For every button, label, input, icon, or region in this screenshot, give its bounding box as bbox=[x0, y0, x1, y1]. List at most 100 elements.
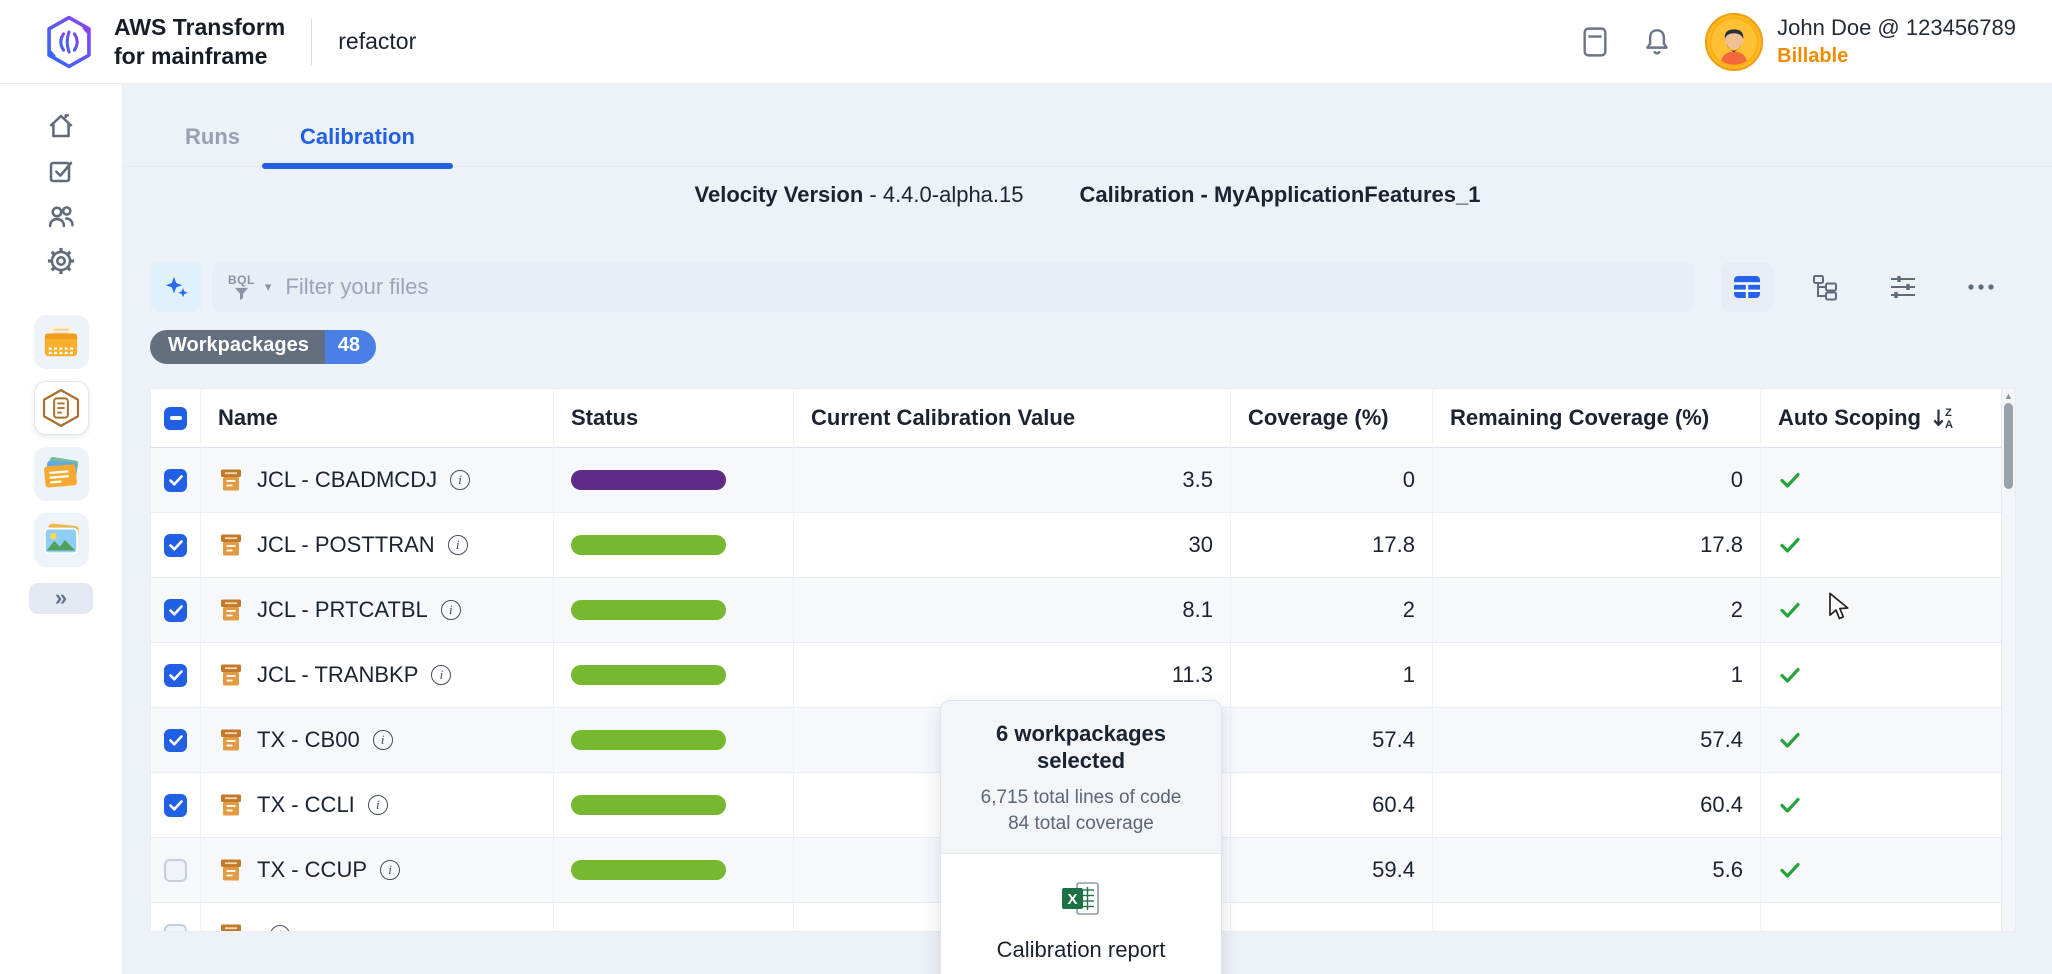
auto-scoping-cell bbox=[1761, 578, 2003, 643]
tree-view-button[interactable] bbox=[1799, 262, 1851, 312]
calibration-report-action[interactable]: X Calibration report bbox=[941, 854, 1221, 974]
info-icon[interactable]: i bbox=[380, 860, 400, 880]
row-checkbox[interactable] bbox=[164, 534, 187, 557]
workpackage-file-icon bbox=[218, 532, 244, 558]
app-page: AWS Transform for mainframe refactor bbox=[0, 0, 2052, 974]
filter-box[interactable]: BQL ▾ bbox=[212, 262, 1695, 312]
column-header-coverage[interactable]: Coverage (%) bbox=[1231, 389, 1433, 448]
tab-calibration[interactable]: Calibration bbox=[262, 124, 453, 166]
workpackage-name: JCL - PRTCATBL bbox=[257, 597, 428, 623]
row-checkbox[interactable] bbox=[164, 729, 187, 752]
select-all-checkbox[interactable] bbox=[164, 407, 187, 430]
workpackages-badge: Workpackages 48 bbox=[150, 330, 376, 364]
info-icon[interactable]: i bbox=[448, 535, 468, 555]
filter-mode[interactable]: BQL bbox=[228, 274, 255, 301]
billable-badge: Billable bbox=[1777, 43, 2016, 69]
column-header-auto-scoping[interactable]: Auto Scoping Z A bbox=[1761, 389, 2003, 448]
sidebar-item-settings[interactable] bbox=[39, 239, 83, 282]
workpackage-name: TX - CCUP bbox=[257, 857, 367, 883]
row-checkbox[interactable] bbox=[164, 924, 187, 933]
hexagon-workpackage-app-icon bbox=[39, 386, 83, 430]
row-checkbox[interactable] bbox=[164, 859, 187, 882]
auto-scoping-check-icon bbox=[1778, 728, 1802, 752]
tab-runs[interactable]: Runs bbox=[163, 124, 262, 166]
sidebar-item-home[interactable] bbox=[39, 104, 83, 147]
name-cell: JCL - TRANBKP i bbox=[201, 643, 554, 708]
remaining-coverage-cell: 5.6 bbox=[1433, 838, 1761, 903]
status-cell bbox=[554, 773, 794, 838]
column-header-name[interactable]: Name bbox=[201, 389, 554, 448]
row-checkbox[interactable] bbox=[164, 599, 187, 622]
status-cell bbox=[554, 838, 794, 903]
name-cell: JCL - POSTTRAN i bbox=[201, 513, 554, 578]
workpackage-file-icon bbox=[218, 857, 244, 883]
info-icon[interactable]: i bbox=[270, 925, 290, 932]
home-icon bbox=[45, 110, 77, 142]
row-select-cell bbox=[151, 513, 201, 578]
notifications-button[interactable] bbox=[1635, 20, 1679, 64]
status-cell bbox=[554, 448, 794, 513]
auto-scoping-cell bbox=[1761, 708, 2003, 773]
sidebar-item-users[interactable] bbox=[39, 194, 83, 237]
row-checkbox[interactable] bbox=[164, 664, 187, 687]
view-toolbar bbox=[1721, 262, 2007, 312]
status-cell bbox=[554, 643, 794, 708]
current-calibration-value-cell: 30 bbox=[794, 513, 1231, 578]
scrollbar-up-arrow[interactable]: ▲ bbox=[2002, 391, 2015, 401]
row-select-cell bbox=[151, 643, 201, 708]
status-cell bbox=[554, 903, 794, 932]
info-icon[interactable]: i bbox=[431, 665, 451, 685]
table-view-button[interactable] bbox=[1721, 262, 1773, 312]
chevron-down-icon[interactable]: ▾ bbox=[265, 279, 272, 295]
user-block[interactable]: John Doe @ 123456789 Billable bbox=[1777, 14, 2016, 69]
remaining-coverage-cell: 57.4 bbox=[1433, 708, 1761, 773]
table-row[interactable]: JCL - POSTTRAN i 30 17.8 17.8 bbox=[151, 513, 2015, 578]
sidebar-app-cards[interactable] bbox=[34, 447, 89, 501]
column-header-current-calibration-value[interactable]: Current Calibration Value bbox=[794, 389, 1231, 448]
status-bar bbox=[571, 860, 726, 880]
preferences-sliders-icon bbox=[1888, 274, 1918, 300]
remaining-coverage-cell: 17.8 bbox=[1433, 513, 1761, 578]
filter-input[interactable] bbox=[285, 274, 1679, 300]
documentation-button[interactable] bbox=[1573, 20, 1617, 64]
coverage-cell: 57.4 bbox=[1231, 708, 1433, 773]
svg-text:Z: Z bbox=[1945, 407, 1952, 419]
info-icon[interactable]: i bbox=[373, 730, 393, 750]
sidebar-app-files[interactable] bbox=[34, 315, 89, 369]
coverage-cell: 17.8 bbox=[1231, 513, 1433, 578]
info-icon[interactable]: i bbox=[441, 600, 461, 620]
preferences-button[interactable] bbox=[1877, 262, 1929, 312]
row-checkbox[interactable] bbox=[164, 469, 187, 492]
info-icon[interactable]: i bbox=[368, 795, 388, 815]
sidebar-item-tasks[interactable] bbox=[39, 149, 83, 192]
info-icon[interactable]: i bbox=[450, 470, 470, 490]
selection-lines-of-code: 6,715 total lines of code bbox=[955, 784, 1207, 812]
tasks-icon bbox=[45, 155, 77, 187]
workpackage-file-icon bbox=[218, 727, 244, 753]
sidebar-app-gallery[interactable] bbox=[34, 513, 89, 567]
row-checkbox[interactable] bbox=[164, 794, 187, 817]
badge-label: Workpackages bbox=[150, 330, 325, 364]
column-header-remaining-coverage[interactable]: Remaining Coverage (%) bbox=[1433, 389, 1761, 448]
more-actions-button[interactable] bbox=[1955, 262, 2007, 312]
app-name: refactor bbox=[338, 28, 416, 55]
filter-row: BQL ▾ bbox=[150, 262, 2016, 312]
table-row[interactable]: JCL - PRTCATBL i 8.1 2 2 bbox=[151, 578, 2015, 643]
vertical-scrollbar[interactable]: ▲ bbox=[2001, 389, 2015, 931]
sparkle-icon bbox=[162, 273, 190, 301]
status-bar bbox=[571, 600, 726, 620]
table-row[interactable]: JCL - TRANBKP i 11.3 1 1 bbox=[151, 643, 2015, 708]
sidebar-collapse-button[interactable]: » bbox=[29, 583, 93, 614]
table-row[interactable]: JCL - CBADMCDJ i 3.5 0 0 bbox=[151, 448, 2015, 513]
column-header-status[interactable]: Status bbox=[554, 389, 794, 448]
sort-descending-icon[interactable]: Z A bbox=[1931, 405, 1959, 431]
ai-assist-button[interactable] bbox=[150, 262, 202, 312]
top-right-controls: John Doe @ 123456789 Billable bbox=[1573, 13, 2016, 71]
scrollbar-thumb[interactable] bbox=[2004, 403, 2013, 489]
auto-scoping-cell bbox=[1761, 643, 2003, 708]
user-avatar[interactable] bbox=[1705, 13, 1763, 71]
table-view-icon bbox=[1732, 274, 1762, 300]
svg-text:A: A bbox=[1945, 419, 1953, 431]
sidebar-app-workpackages[interactable] bbox=[34, 381, 89, 435]
row-select-cell bbox=[151, 903, 201, 932]
